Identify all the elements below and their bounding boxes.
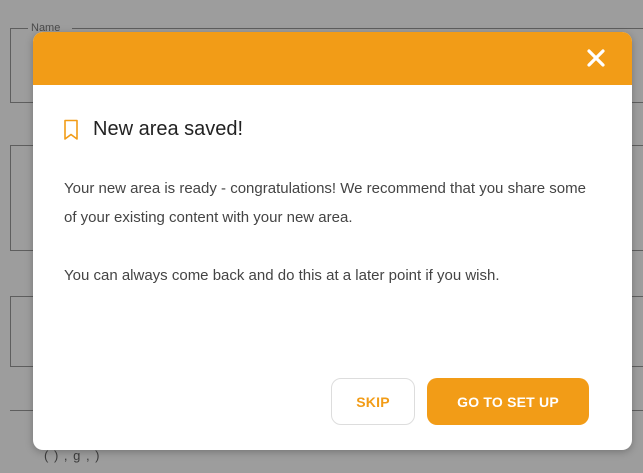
dialog-body: Your new area is ready - congratulations… [64,174,594,290]
dialog-title: New area saved! [93,118,244,140]
close-icon [587,49,605,67]
dialog-title-row: New area saved! [63,118,243,141]
go-to-set-up-button[interactable]: GO TO SET UP [427,378,589,425]
close-button[interactable] [582,44,610,72]
field-outline [10,145,11,250]
background-text: ( ) , g , ) [44,448,101,463]
dialog-paragraph: Your new area is ready - congratulations… [64,180,586,226]
bookmark-icon [64,119,78,140]
field-outline [10,28,28,29]
field-outline [10,296,11,366]
dialog-header [33,32,632,85]
new-area-saved-dialog: New area saved! Your new area is ready -… [33,32,632,450]
field-outline [72,28,643,29]
field-outline [10,28,11,102]
skip-button[interactable]: SKIP [331,378,415,425]
dialog-paragraph: You can always come back and do this at … [64,267,500,284]
